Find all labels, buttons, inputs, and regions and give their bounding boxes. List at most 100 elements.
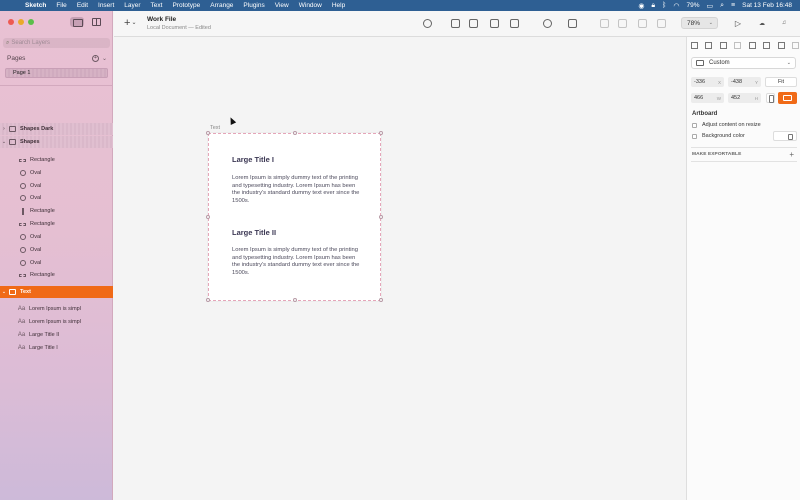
- clock[interactable]: Sat 13 Feb 16:48: [742, 2, 792, 9]
- y-position-field[interactable]: -438 Y: [728, 77, 761, 87]
- background-color-checkbox-row[interactable]: Background color: [692, 133, 745, 139]
- menu-help[interactable]: Help: [332, 2, 345, 9]
- resize-handle-bottom[interactable]: [293, 298, 297, 302]
- layer-oval[interactable]: Oval: [0, 257, 113, 269]
- resize-handle-top-left[interactable]: [206, 131, 210, 135]
- menu-text[interactable]: Text: [151, 2, 163, 9]
- height-field[interactable]: 452 H: [728, 93, 761, 103]
- layer-text[interactable]: Aa Large Title I: [0, 342, 113, 354]
- components-view-icon[interactable]: [92, 18, 101, 26]
- add-page-icon[interactable]: +: [91, 55, 99, 62]
- lock-icon[interactable]: 🔒︎: [651, 2, 655, 10]
- transform-menu-icon[interactable]: [566, 17, 578, 29]
- align-bottom-icon[interactable]: [777, 41, 785, 49]
- layer-rectangle[interactable]: Rectangle: [0, 154, 113, 166]
- menu-window[interactable]: Window: [299, 2, 322, 9]
- fit-button[interactable]: Fit: [765, 77, 797, 87]
- menu-edit[interactable]: Edit: [77, 2, 88, 9]
- scale-icon[interactable]: [488, 17, 500, 29]
- layer-text[interactable]: Aa Lorem Ipsum is simpl: [0, 316, 113, 328]
- layer-text-artboard-selected[interactable]: ⌄ Text: [0, 286, 113, 298]
- distribute-horizontal-icon[interactable]: [733, 41, 742, 49]
- close-window-button[interactable]: [8, 19, 14, 25]
- distribute-vertical-icon[interactable]: [791, 41, 799, 49]
- canvas[interactable]: Text Large Title I Lorem Ipsum is simply…: [114, 37, 686, 500]
- search-icon[interactable]: ⌕: [720, 2, 724, 10]
- flatten-icon[interactable]: [508, 17, 520, 29]
- search-layers-input[interactable]: ⌕ Search Layers: [3, 38, 110, 48]
- landscape-orientation-icon[interactable]: [778, 92, 797, 104]
- layer-shapes-dark[interactable]: › Shapes Dark: [0, 123, 113, 135]
- layer-oval[interactable]: Oval: [0, 180, 113, 192]
- body-text-2[interactable]: Lorem Ipsum is simply dummy text of the …: [232, 247, 360, 277]
- menu-insert[interactable]: Insert: [98, 2, 114, 9]
- collapse-pages-chevron-icon[interactable]: ⌄: [102, 55, 107, 62]
- menu-prototype[interactable]: Prototype: [172, 2, 200, 9]
- layer-rectangle[interactable]: Rectangle: [0, 218, 113, 230]
- menu-layer[interactable]: Layer: [124, 2, 140, 9]
- large-title-1[interactable]: Large Title I: [232, 155, 274, 164]
- menu-app-name[interactable]: Sketch: [25, 2, 46, 9]
- menu-plugins[interactable]: Plugins: [243, 2, 264, 9]
- align-right-icon[interactable]: [719, 41, 727, 49]
- resize-handle-bottom-right[interactable]: [379, 298, 383, 302]
- background-color-checkbox[interactable]: [692, 133, 697, 139]
- layer-text[interactable]: Aa Lorem Ipsum is simpl: [0, 303, 113, 315]
- battery-percent[interactable]: 79%: [686, 2, 699, 9]
- resize-handle-left[interactable]: [206, 215, 210, 219]
- resize-handle-right[interactable]: [379, 215, 383, 219]
- menu-file[interactable]: File: [56, 2, 66, 9]
- resize-handle-bottom-left[interactable]: [206, 298, 210, 302]
- difference-icon[interactable]: [655, 17, 667, 29]
- cloud-share-icon[interactable]: ☁: [756, 17, 768, 29]
- layer-shapes[interactable]: ⌄ Shapes: [0, 136, 113, 148]
- zoom-select[interactable]: 78% ⌄: [681, 17, 718, 29]
- background-color-swatch[interactable]: [773, 131, 797, 141]
- notifications-bell-icon[interactable]: ♫: [778, 17, 790, 29]
- sidebar-toggle-icon[interactable]: [70, 17, 84, 27]
- union-icon[interactable]: [598, 17, 610, 29]
- layer-rectangle[interactable]: Rectangle: [0, 205, 113, 217]
- layer-oval[interactable]: Oval: [0, 192, 113, 204]
- artboard-name-label[interactable]: Text: [210, 125, 220, 131]
- zoom-window-button[interactable]: [28, 19, 34, 25]
- add-export-plus-icon[interactable]: +: [789, 150, 794, 159]
- hotspot-icon[interactable]: [467, 17, 479, 29]
- menu-view[interactable]: View: [275, 2, 289, 9]
- disclosure-right-icon[interactable]: ›: [0, 126, 8, 132]
- intersect-icon[interactable]: [636, 17, 648, 29]
- distribute-icon[interactable]: [449, 17, 461, 29]
- layer-oval[interactable]: Oval: [0, 231, 113, 243]
- preview-play-icon[interactable]: ▷: [732, 17, 744, 29]
- control-center-icon[interactable]: ≡: [731, 2, 735, 9]
- insert-menu-button[interactable]: +⌄: [124, 17, 136, 28]
- large-title-2[interactable]: Large Title II: [232, 228, 276, 237]
- body-text-1[interactable]: Lorem Ipsum is simply dummy text of the …: [232, 175, 360, 205]
- subtract-icon[interactable]: [616, 17, 628, 29]
- make-exportable-label[interactable]: MAKE EXPORTABLE: [692, 152, 741, 157]
- disclosure-down-icon[interactable]: ⌄: [0, 139, 8, 145]
- battery-icon[interactable]: ▭: [706, 2, 713, 10]
- align-left-icon[interactable]: [690, 41, 698, 49]
- create-symbol-icon[interactable]: [421, 17, 433, 29]
- edit-vector-icon[interactable]: [541, 17, 553, 29]
- layer-oval[interactable]: Oval: [0, 244, 113, 256]
- minimize-window-button[interactable]: [18, 19, 24, 25]
- align-horizontal-center-icon[interactable]: [704, 41, 713, 49]
- record-icon[interactable]: ◉: [638, 2, 644, 10]
- layer-text[interactable]: Aa Large Title II: [0, 329, 113, 341]
- menu-arrange[interactable]: Arrange: [210, 2, 233, 9]
- resize-handle-top[interactable]: [293, 131, 297, 135]
- adjust-content-checkbox-row[interactable]: Adjust content on resize: [692, 122, 761, 128]
- layer-rectangle[interactable]: Rectangle: [0, 269, 113, 281]
- x-position-field[interactable]: -336 X: [691, 77, 724, 87]
- disclosure-down-icon[interactable]: ⌄: [0, 289, 8, 295]
- portrait-orientation-icon[interactable]: [766, 93, 775, 103]
- artboard-preset-select[interactable]: Custom ⌄: [691, 57, 796, 69]
- bluetooth-icon[interactable]: ᛒ: [662, 2, 666, 9]
- layer-oval[interactable]: Oval: [0, 167, 113, 179]
- page-item-page-1[interactable]: Page 1: [5, 68, 108, 78]
- align-vertical-center-icon[interactable]: [762, 41, 771, 49]
- adjust-content-checkbox[interactable]: [692, 122, 697, 128]
- wifi-icon[interactable]: ◠: [673, 2, 679, 10]
